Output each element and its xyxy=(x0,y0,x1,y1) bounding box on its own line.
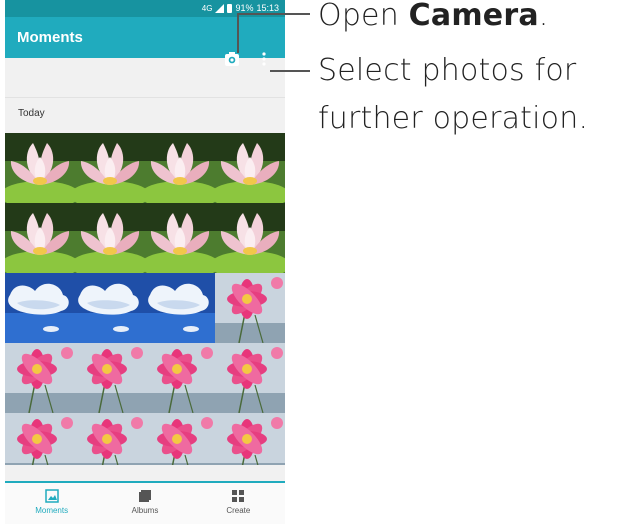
signal-icon xyxy=(215,3,225,13)
photo-grid-row xyxy=(5,413,285,465)
photo-grid xyxy=(5,133,285,465)
nav-moments[interactable]: Moments xyxy=(5,483,98,524)
image-icon xyxy=(44,489,59,503)
photo-thumbnail-lotus[interactable] xyxy=(145,203,215,273)
photo-thumbnail-lotus[interactable] xyxy=(145,133,215,203)
photo-thumbnail-sky[interactable] xyxy=(5,273,75,343)
nav-albums[interactable]: Albums xyxy=(98,483,191,524)
photo-thumbnail-sky[interactable] xyxy=(75,273,145,343)
photo-thumbnail-cosmos[interactable] xyxy=(215,413,285,465)
clock: 15:13 xyxy=(256,3,279,13)
photo-thumbnail-cosmos[interactable] xyxy=(75,413,145,465)
bottom-navigation: Moments Albums Create xyxy=(5,481,285,524)
photo-thumbnail-lotus[interactable] xyxy=(75,133,145,203)
select-callout-line1: Select photos for xyxy=(318,53,577,88)
section-header-today: Today xyxy=(5,97,285,129)
phone-screen: 4G 91% 15:13 Moments Today Moments Album… xyxy=(5,0,285,524)
camera-callout-line-vertical xyxy=(237,13,239,53)
app-bar: Moments xyxy=(5,17,285,58)
photo-thumbnail-lotus[interactable] xyxy=(215,203,285,273)
photo-thumbnail-lotus[interactable] xyxy=(5,203,75,273)
battery-icon xyxy=(227,3,233,13)
photo-thumbnail-cosmos[interactable] xyxy=(75,343,145,413)
photo-thumbnail-lotus[interactable] xyxy=(215,133,285,203)
more-vert-icon[interactable] xyxy=(259,50,269,68)
more-callout-line xyxy=(270,70,310,72)
photo-thumbnail-sky[interactable] xyxy=(145,273,215,343)
camera-icon[interactable] xyxy=(224,51,240,67)
camera-callout-emphasis: Camera xyxy=(408,0,539,33)
photo-grid-row xyxy=(5,273,285,343)
nav-create[interactable]: Create xyxy=(192,483,285,524)
camera-callout-line-horizontal xyxy=(237,13,310,15)
page-title: Moments xyxy=(17,29,83,46)
photo-grid-row xyxy=(5,343,285,413)
photo-thumbnail-cosmos[interactable] xyxy=(5,413,75,465)
battery-level: 91% xyxy=(235,3,254,13)
photo-grid-row xyxy=(5,133,285,203)
camera-callout-suffix: . xyxy=(538,0,549,33)
nav-moments-label: Moments xyxy=(35,506,69,515)
photo-thumbnail-cosmos[interactable] xyxy=(215,343,285,413)
photo-thumbnail-lotus[interactable] xyxy=(5,133,75,203)
nav-create-label: Create xyxy=(226,506,251,515)
nav-albums-label: Albums xyxy=(131,506,159,515)
select-callout-line2: further operation. xyxy=(318,101,589,136)
albums-icon xyxy=(138,490,151,502)
network-indicator: 4G xyxy=(201,3,213,13)
camera-callout-prefix: Open xyxy=(318,0,409,33)
create-icon xyxy=(232,490,245,502)
photo-thumbnail-cosmos[interactable] xyxy=(145,413,215,465)
photo-thumbnail-cosmos[interactable] xyxy=(145,343,215,413)
camera-callout-text: Open Camera. xyxy=(318,0,549,33)
photo-thumbnail-cosmos[interactable] xyxy=(215,273,285,343)
status-indicators: 4G 91% 15:13 xyxy=(202,3,279,13)
photo-thumbnail-lotus[interactable] xyxy=(75,203,145,273)
photo-grid-row xyxy=(5,203,285,273)
photo-thumbnail-cosmos[interactable] xyxy=(5,343,75,413)
